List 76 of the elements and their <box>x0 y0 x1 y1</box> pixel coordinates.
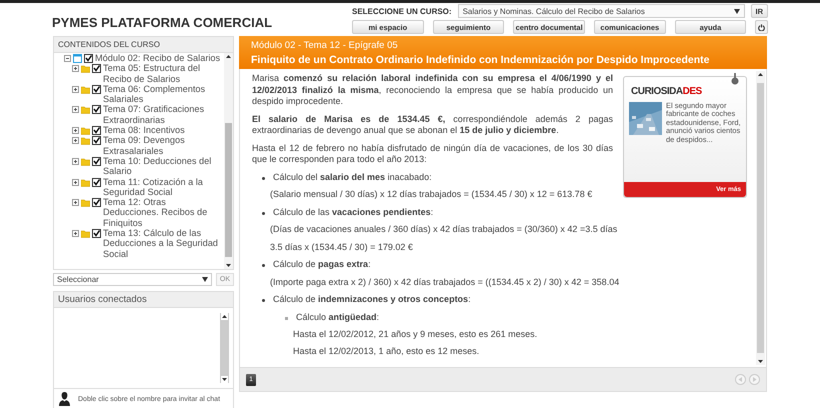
list-item: Cálculo de indemnizacones y otros conceptos: <box>273 294 471 306</box>
checkbox[interactable] <box>84 54 93 63</box>
list-item: Cálculo de pagas extra: <box>273 259 371 270</box>
checkbox[interactable] <box>92 156 101 166</box>
checkbox[interactable] <box>92 136 101 146</box>
checkbox[interactable] <box>92 126 101 136</box>
folder-icon <box>81 84 90 94</box>
bullet-icon <box>262 264 265 267</box>
checkbox[interactable] <box>92 229 101 238</box>
tree-item[interactable]: Tema 09: Devengos Extrasalariales <box>103 135 224 156</box>
list-item: Cálculo de las vacaciones pendientes: <box>273 206 434 218</box>
folder-icon <box>81 229 90 238</box>
bullet-icon <box>262 299 265 302</box>
power-button[interactable] <box>755 20 768 34</box>
curiosidades-logo: CURIOSIDADES <box>631 86 703 98</box>
tree-item[interactable]: Tema 11: Cotización a la Seguridad Social <box>103 176 224 198</box>
checkbox[interactable] <box>92 64 101 74</box>
expand-icon[interactable] <box>72 127 79 134</box>
tree-item[interactable]: Módulo 02: Recibo de Salarios <box>95 53 224 64</box>
formula-text: Hasta el 12/02/2013, 1 año, esto es 12 meses. <box>293 346 480 357</box>
formula-text: (Días de vacaciones anuales / 360 días) x 42 días trabajados = (30/360) x 42 =3.5 días <box>270 224 618 236</box>
lesson-title: Finiquito de un Contrato Ordinario Indefinido con Indemnización por Despido Improcedente <box>251 54 711 66</box>
bullet-icon <box>262 176 265 180</box>
paragraph: El salario de Marisa es de 1534.45 €, correspondiéndole además 2 pagas extraordinarias de devengo anual que se abonan el 15 de julio y diciembre. <box>252 114 613 136</box>
scroll-down-icon[interactable] <box>225 262 232 269</box>
app-title: PYMES PLATAFORMA COMERCIAL <box>52 15 272 32</box>
topic-dropdown[interactable]: Seleccionar <box>53 273 212 286</box>
folder-icon <box>81 64 90 74</box>
scroll-down-icon[interactable] <box>757 358 764 365</box>
expand-icon[interactable] <box>72 230 79 238</box>
formula-text: 3.5 días x (1534.45 / 30) = 179.02 € <box>270 242 414 253</box>
tree-item[interactable]: Tema 08: Incentivos <box>103 125 224 136</box>
person-icon <box>59 392 70 406</box>
checkbox[interactable] <box>92 198 101 208</box>
tree-item[interactable]: Tema 07: Gratificaciones Extraordinarias <box>103 104 224 126</box>
module-icon <box>73 54 82 63</box>
tree-item[interactable]: Tema 12: Otras Deducciones. Recibos de Finiquitos <box>103 197 224 228</box>
list-item: Cálculo antigüedad: <box>296 312 380 323</box>
panel-title: CONTENIDOS DEL CURSO <box>54 37 233 53</box>
formula-text: (Importe paga extra x 2) / 360) x 42 días trabajados = ((1534.45 x 2) / 30) x 42 = 358.04 <box>270 276 620 288</box>
pin-icon <box>730 73 740 85</box>
folder-icon <box>81 198 90 208</box>
course-dropdown[interactable]: Salarios y Nominas. Cálculo del Recibo de Salarios <box>458 4 744 18</box>
scroll-up-icon[interactable] <box>757 71 764 78</box>
breadcrumb: Módulo 02 - Tema 12 - Epígrafe 05 <box>251 40 399 51</box>
tree-item[interactable]: Tema 13: Cálculo de las Deducciones a la Seguridad Social <box>103 228 224 259</box>
power-icon <box>758 24 766 30</box>
course-label: SELECCIONE UN CURSO: <box>352 6 452 16</box>
folder-icon <box>81 105 90 114</box>
folder-icon <box>81 156 90 166</box>
bullet-icon <box>285 316 288 320</box>
expand-icon[interactable] <box>72 178 79 186</box>
paragraph: Marisa comenzó su relación laboral indefinida con su empresa el 4/06/1990 y el 12/02/2013 finalizó la misma, reconociendo la empresa que se había producido un despido improcedente. <box>252 73 613 108</box>
tree-item[interactable]: Tema 10: Deducciones del Salario <box>103 156 224 177</box>
caret-icon <box>202 277 208 282</box>
list-item: Cálculo del salario del mes inacabado: <box>273 172 432 183</box>
tree-item[interactable]: Tema 05: Estructura del Recibo de Salarios <box>103 63 224 84</box>
checkbox[interactable] <box>92 105 101 114</box>
checkbox[interactable] <box>92 178 101 187</box>
folder-icon <box>81 178 90 187</box>
expand-icon[interactable] <box>72 86 79 93</box>
expand-icon[interactable] <box>72 106 79 114</box>
scroll-up-icon[interactable] <box>221 313 228 320</box>
bullet-icon <box>262 212 265 214</box>
checkbox[interactable] <box>92 84 101 94</box>
expand-icon[interactable] <box>72 199 79 206</box>
tree-item[interactable]: Tema 06: Complementos Salariales <box>103 84 224 104</box>
collapse-icon[interactable] <box>64 55 71 62</box>
panel-title: Usuarios conectados <box>54 292 233 308</box>
scroll-down-icon[interactable] <box>221 376 228 383</box>
paragraph: Hasta el 12 de febrero no había disfrutado de ningún día de vacaciones, de los 30 días que le corresponden para todo el año 2013: <box>252 142 613 166</box>
expand-icon[interactable] <box>72 137 79 144</box>
expand-icon[interactable] <box>72 158 79 165</box>
expand-icon[interactable] <box>72 65 79 72</box>
formula-text: Hasta el 12/02/2012, 21 años y 9 meses, esto es 261 meses. <box>293 329 538 340</box>
caret-icon <box>734 8 740 14</box>
